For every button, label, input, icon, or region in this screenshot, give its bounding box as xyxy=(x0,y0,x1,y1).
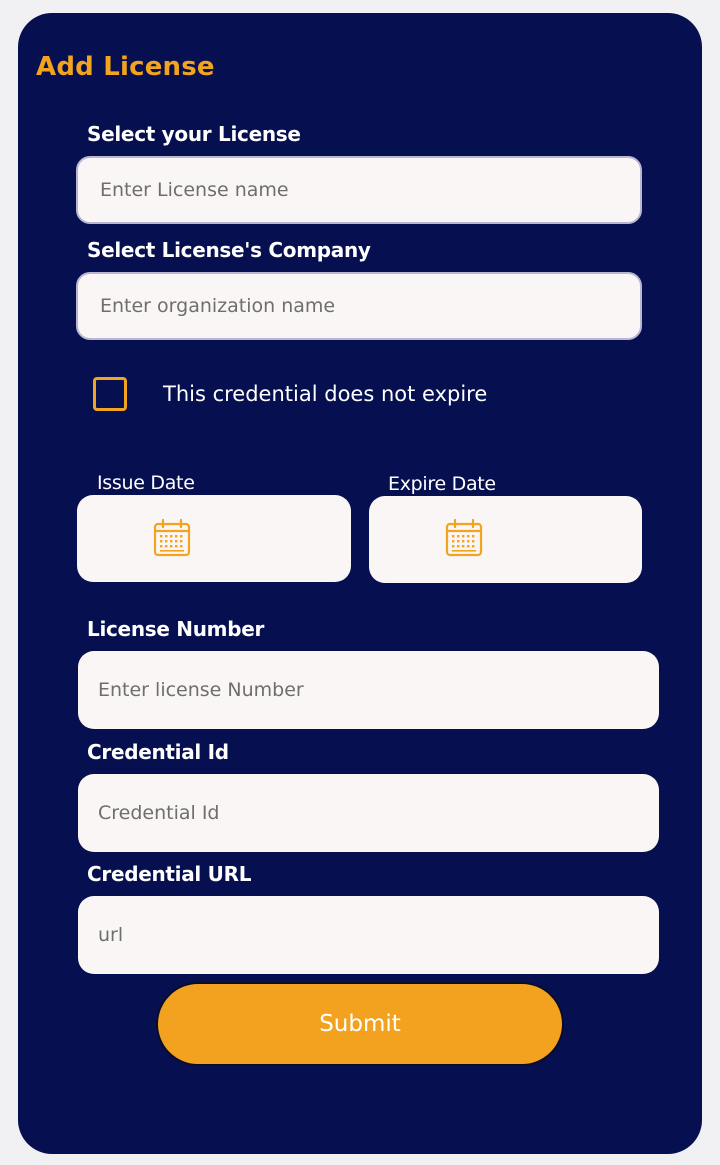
calendar-icon xyxy=(445,518,483,557)
issue-date-label: Issue Date xyxy=(97,472,195,494)
license-number-label: License Number xyxy=(87,617,265,641)
license-number-input[interactable] xyxy=(96,678,659,702)
credential-url-label: Credential URL xyxy=(87,862,252,886)
credential-url-field[interactable] xyxy=(78,896,659,974)
credential-id-label: Credential Id xyxy=(87,740,229,764)
license-field[interactable] xyxy=(76,156,642,224)
company-label: Select License's Company xyxy=(87,238,371,262)
calendar-icon xyxy=(153,518,191,557)
license-number-field[interactable] xyxy=(78,651,659,729)
company-input[interactable] xyxy=(98,294,640,318)
page-title: Add License xyxy=(36,52,215,82)
expire-date-picker[interactable] xyxy=(369,496,642,583)
credential-id-input[interactable] xyxy=(96,801,659,825)
credential-url-input[interactable] xyxy=(96,923,659,947)
no-expire-checkbox[interactable] xyxy=(93,377,127,411)
license-label: Select your License xyxy=(87,122,301,146)
no-expire-label: This credential does not expire xyxy=(163,382,488,406)
issue-date-picker[interactable] xyxy=(77,495,351,582)
credential-id-field[interactable] xyxy=(78,774,659,852)
company-field[interactable] xyxy=(76,272,642,340)
submit-button[interactable]: Submit xyxy=(156,982,564,1066)
license-input[interactable] xyxy=(98,178,640,202)
expire-date-label: Expire Date xyxy=(388,473,496,495)
